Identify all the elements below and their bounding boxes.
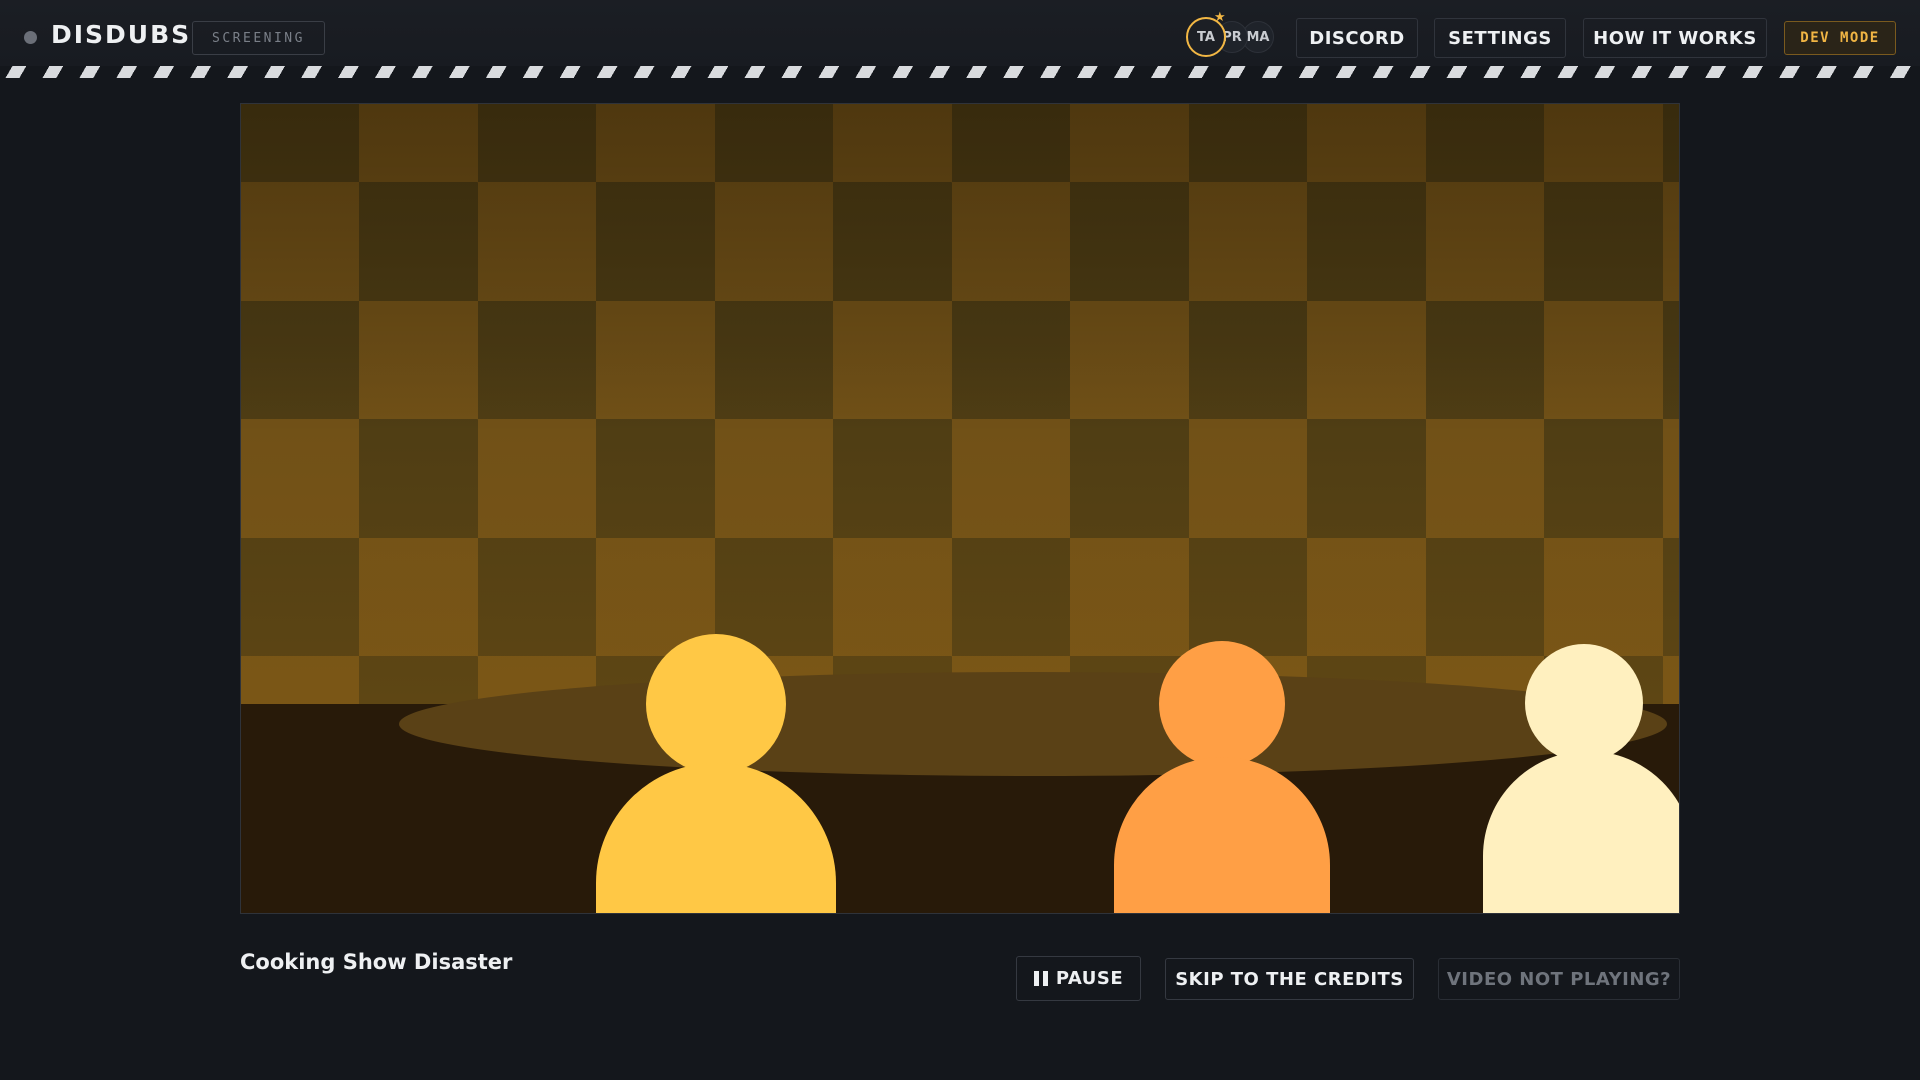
- caution-tape-divider: [0, 66, 1920, 78]
- character-2: [1114, 641, 1330, 913]
- character-body: [1114, 757, 1330, 913]
- video-player[interactable]: [240, 103, 1680, 914]
- app-logo[interactable]: DISDUBS: [51, 20, 191, 49]
- pause-button[interactable]: PAUSE: [1016, 956, 1141, 1001]
- character-head: [1525, 644, 1643, 762]
- character-head: [1159, 641, 1285, 767]
- how-it-works-button[interactable]: HOW IT WORKS: [1583, 18, 1767, 58]
- pause-label: PAUSE: [1055, 968, 1124, 989]
- pause-icon: [1033, 971, 1048, 986]
- video-not-playing-button[interactable]: VIDEO NOT PLAYING?: [1438, 958, 1680, 1000]
- room-mode-badge: SCREENING: [192, 21, 325, 55]
- video-title: Cooking Show Disaster: [240, 950, 513, 974]
- dev-mode-button[interactable]: DEV MODE: [1784, 21, 1896, 55]
- character-body: [596, 763, 836, 913]
- character-1: [596, 634, 836, 913]
- character-head: [646, 634, 786, 774]
- connection-status-dot: [24, 31, 37, 44]
- table-top: [399, 672, 1667, 776]
- skip-to-credits-button[interactable]: SKIP TO THE CREDITS: [1165, 958, 1414, 1000]
- character-body: [1483, 751, 1679, 913]
- participant-avatars: TA ★ PR MA: [1186, 11, 1274, 57]
- backdrop-glow: [241, 104, 1679, 704]
- discord-button[interactable]: DISCORD: [1296, 18, 1418, 58]
- top-bar: DISDUBS SCREENING TA ★ PR MA DISCORD SET…: [0, 0, 1920, 66]
- character-3: [1483, 644, 1679, 913]
- host-star-icon: ★: [1214, 10, 1226, 25]
- settings-button[interactable]: SETTINGS: [1434, 18, 1566, 58]
